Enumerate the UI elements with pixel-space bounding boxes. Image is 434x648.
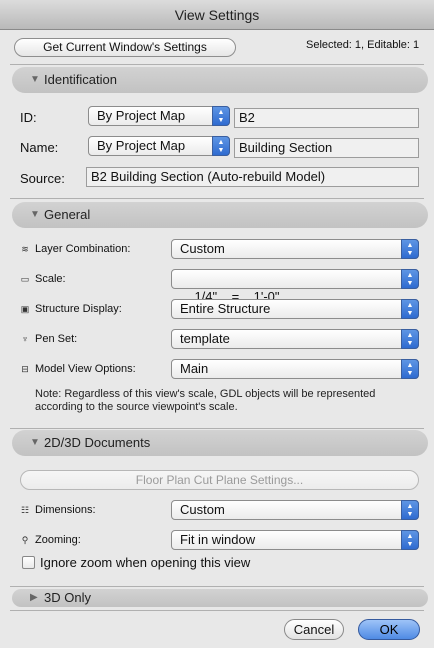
cancel-button[interactable]: Cancel <box>284 619 344 640</box>
section-general-label: General <box>44 207 91 222</box>
structure-display-icon: ▣ <box>20 304 30 314</box>
section-identification-label: Identification <box>44 72 117 87</box>
scale-select[interactable]: 1/4" = 1'-0" ▲ ▼ <box>171 269 419 304</box>
model-view-options-value: Main <box>180 361 209 376</box>
id-mode-value: By Project Map <box>97 108 186 123</box>
window-titlebar: View Settings <box>0 0 434 30</box>
section-documents-label: 2D/3D Documents <box>44 435 151 450</box>
section-3d-only-label: 3D Only <box>44 590 91 605</box>
updown-arrows-icon: ▲ ▼ <box>212 136 230 156</box>
layer-combination-label: ≋ Layer Combination: <box>21 243 131 255</box>
divider <box>10 586 424 587</box>
section-documents-header[interactable]: ▼ 2D/3D Documents <box>12 430 428 456</box>
name-mode-select[interactable]: By Project Map ▲ ▼ <box>88 136 230 156</box>
name-field[interactable]: Building Section <box>234 138 419 158</box>
source-field: B2 Building Section (Auto-rebuild Model) <box>86 167 419 187</box>
pen-set-label: ♆ Pen Set: <box>21 333 78 345</box>
section-3d-only-header[interactable]: ▶ 3D Only <box>12 589 428 607</box>
triangle-down-icon: ▼ <box>30 437 40 448</box>
updown-arrows-icon: ▲ ▼ <box>401 359 419 379</box>
layer-combination-value: Custom <box>180 241 225 256</box>
ok-button[interactable]: OK <box>358 619 420 640</box>
pen-set-value: template <box>180 331 230 346</box>
updown-arrows-icon: ▲ ▼ <box>401 269 419 289</box>
divider <box>10 198 424 199</box>
triangle-down-icon: ▼ <box>30 209 40 220</box>
window-title: View Settings <box>174 7 260 23</box>
scale-note: Note: Regardless of this view's scale, G… <box>35 388 376 413</box>
updown-arrows-icon: ▲ ▼ <box>401 239 419 259</box>
dimensions-select[interactable]: Custom ▲ ▼ <box>171 500 419 520</box>
dimensions-icon: ☷ <box>20 505 30 515</box>
id-label: ID: <box>20 110 37 125</box>
scale-icon: ▭ <box>20 274 30 284</box>
ignore-zoom-checkbox[interactable] <box>22 556 35 569</box>
updown-arrows-icon: ▲ ▼ <box>212 106 230 126</box>
pen-icon: ♆ <box>21 334 29 344</box>
structure-display-value: Entire Structure <box>180 301 271 316</box>
updown-arrows-icon: ▲ ▼ <box>401 530 419 550</box>
divider <box>10 64 424 65</box>
model-view-icon: ⊟ <box>21 364 29 374</box>
layer-combination-icon: ≋ <box>21 244 29 254</box>
model-view-options-select[interactable]: Main ▲ ▼ <box>171 359 419 379</box>
id-field[interactable]: B2 <box>234 108 419 128</box>
pen-set-select[interactable]: template ▲ ▼ <box>171 329 419 349</box>
structure-display-select[interactable]: Entire Structure ▲ ▼ <box>171 299 419 319</box>
section-identification-header[interactable]: ▼ Identification <box>12 67 428 93</box>
source-label: Source: <box>20 171 65 186</box>
dimensions-value: Custom <box>180 502 225 517</box>
zooming-label: ⚲ Zooming: <box>21 534 81 546</box>
updown-arrows-icon: ▲ ▼ <box>401 329 419 349</box>
updown-arrows-icon: ▲ ▼ <box>401 299 419 319</box>
section-general-header[interactable]: ▼ General <box>12 202 428 228</box>
divider <box>10 610 424 611</box>
layer-combination-select[interactable]: Custom ▲ ▼ <box>171 239 419 259</box>
floor-plan-cut-plane-button[interactable]: Floor Plan Cut Plane Settings... <box>20 470 419 490</box>
id-mode-select[interactable]: By Project Map ▲ ▼ <box>88 106 230 126</box>
triangle-right-icon: ▶ <box>30 592 38 603</box>
ignore-zoom-label[interactable]: Ignore zoom when opening this view <box>40 555 250 570</box>
scale-label: ▭ Scale: <box>20 273 66 285</box>
model-view-options-label: ⊟ Model View Options: <box>21 363 136 375</box>
structure-display-label: ▣ Structure Display: <box>20 303 122 315</box>
magnifier-icon: ⚲ <box>21 535 29 545</box>
view-settings-dialog: Get Current Window's Settings Selected: … <box>0 30 434 648</box>
dimensions-label: ☷ Dimensions: <box>20 504 96 516</box>
updown-arrows-icon: ▲ ▼ <box>401 500 419 520</box>
zooming-select[interactable]: Fit in window ▲ ▼ <box>171 530 419 550</box>
divider <box>10 428 424 429</box>
triangle-down-icon: ▼ <box>30 74 40 85</box>
zooming-value: Fit in window <box>180 532 256 547</box>
get-current-window-settings-button[interactable]: Get Current Window's Settings <box>14 38 236 57</box>
name-label: Name: <box>20 140 59 155</box>
name-mode-value: By Project Map <box>97 138 186 153</box>
selection-status: Selected: 1, Editable: 1 <box>306 39 420 51</box>
